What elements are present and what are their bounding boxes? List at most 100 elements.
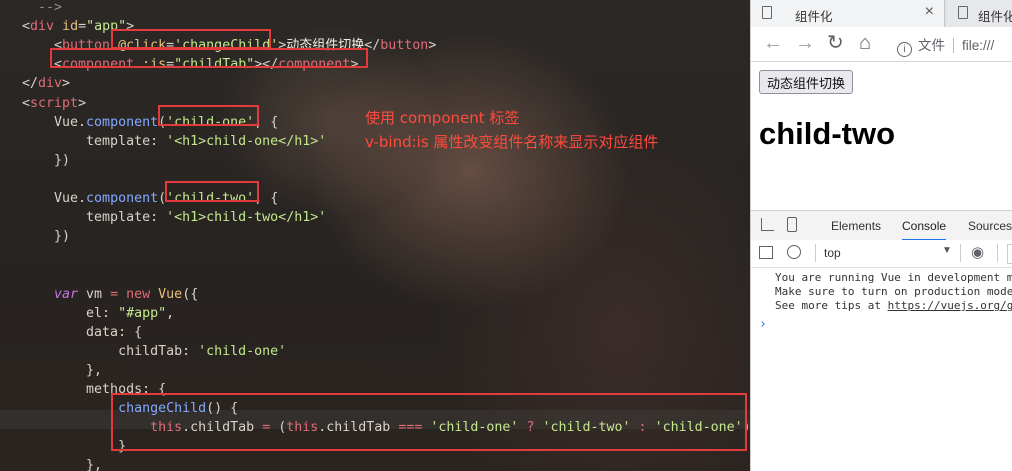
code-token: }) xyxy=(22,152,71,168)
code-token: = xyxy=(110,286,119,302)
browser-tab-active[interactable]: 组件化 × xyxy=(751,0,945,27)
annotation-line-2: v-bind:is 属性改变组件名称来显示对应组件 xyxy=(365,133,659,151)
code-token: 'child-one' xyxy=(198,343,287,359)
code-line: data: { xyxy=(22,323,142,342)
reload-icon[interactable]: ↻ xyxy=(827,32,844,54)
code-line: }) xyxy=(22,227,70,246)
code-token: </ xyxy=(22,76,39,92)
switch-component-button[interactable]: 动态组件切换 xyxy=(759,70,854,94)
code-token: '<h1>child-two</h1>' xyxy=(166,210,327,226)
browser-toolbar: ← → ↻ ⌂ i 文件 file:/// xyxy=(751,27,1012,62)
browser-window: 组件化 × 组件化 ← → ↻ ⌂ i 文件 file:/// 动态组件切换 chi… xyxy=(750,0,1012,471)
device-toolbar-icon[interactable] xyxy=(787,217,797,232)
highlight-box-component xyxy=(50,48,368,68)
code-line: template: '<h1>child-one</h1>' xyxy=(22,132,326,151)
code-token: }) xyxy=(22,229,71,245)
filter-divider xyxy=(960,244,961,262)
context-select[interactable]: top xyxy=(824,246,841,260)
code-line: el: "#app", xyxy=(22,304,174,323)
code-token: button xyxy=(380,38,429,54)
devtools-tab-console[interactable]: Console xyxy=(902,219,947,241)
code-line: }, xyxy=(22,361,102,380)
console-message: You are running Vue in development m xyxy=(775,271,1012,284)
code-line: template: '<h1>child-two</h1>' xyxy=(22,208,326,227)
document-icon xyxy=(762,6,772,19)
code-token: }, xyxy=(22,458,103,471)
address-bar[interactable]: i 文件 file:/// xyxy=(897,34,994,57)
console-filter-bar: top ▼ ◉ xyxy=(751,240,1012,268)
code-line: <script> xyxy=(22,94,86,113)
code-token: , xyxy=(166,305,175,321)
home-icon[interactable]: ⌂ xyxy=(859,32,871,54)
code-token: Vue. xyxy=(22,114,87,130)
console-output: You are running Vue in development m Mak… xyxy=(751,268,1012,471)
code-token: = xyxy=(78,19,87,35)
code-line: </div> xyxy=(22,74,70,93)
console-prompt[interactable]: › xyxy=(759,317,767,332)
devtools-tabbar: Elements Console Sources xyxy=(751,210,1012,241)
annotation-line-1: 使用 component 标签 xyxy=(365,109,520,127)
code-token: template: xyxy=(22,210,167,226)
inspect-element-icon[interactable] xyxy=(761,218,774,231)
chevron-down-icon[interactable]: ▼ xyxy=(942,245,952,256)
code-line: childTab: 'child-one' xyxy=(22,342,286,361)
page-heading: child-two xyxy=(759,116,896,151)
code-token: vm xyxy=(78,286,111,302)
info-icon[interactable]: i xyxy=(897,42,912,57)
code-token: script xyxy=(30,95,79,111)
code-token: --> xyxy=(38,0,63,15)
code-editor[interactable]: --> <div id="app"> <button @click='change… xyxy=(0,0,750,471)
highlight-box-method xyxy=(111,393,747,451)
code-token: Vue. xyxy=(22,191,87,206)
console-message-text: See more tips at xyxy=(775,299,888,312)
code-token: > xyxy=(428,38,437,54)
highlight-box-child-two xyxy=(165,181,259,202)
code-token: div xyxy=(30,19,55,35)
highlight-box-click xyxy=(111,29,271,49)
document-icon xyxy=(958,6,968,19)
page-viewport: 动态组件切换 child-two xyxy=(751,62,1012,210)
forward-arrow-icon[interactable]: → xyxy=(795,32,815,54)
code-token: "#app" xyxy=(118,305,167,321)
filter-input[interactable] xyxy=(1007,244,1012,264)
code-token: ({ xyxy=(182,286,199,302)
vue-docs-link[interactable]: https://vuejs.org/gu xyxy=(888,299,1012,312)
code-token: }, xyxy=(22,362,103,378)
code-token: el: xyxy=(22,305,119,321)
code-token: div xyxy=(38,76,63,92)
sidebar-toggle-icon[interactable] xyxy=(759,246,773,259)
code-token: component xyxy=(86,191,159,206)
tab-strip: 组件化 × 组件化 xyxy=(751,0,1012,27)
code-token: template: xyxy=(22,133,167,149)
tab-title: 组件化 xyxy=(795,10,833,24)
browser-tab-2[interactable]: 组件化 xyxy=(947,0,1012,27)
code-token: var xyxy=(22,286,79,302)
console-message: See more tips at https://vuejs.org/gu xyxy=(775,299,1012,313)
clear-console-icon[interactable] xyxy=(787,245,801,259)
devtools-tab-elements[interactable]: Elements xyxy=(831,219,881,233)
eye-icon[interactable]: ◉ xyxy=(971,243,984,261)
code-line: var vm = new Vue({ xyxy=(22,285,198,304)
tab-title: 组件化 xyxy=(978,10,1012,24)
code-token: '<h1>child-one</h1>' xyxy=(166,133,327,149)
filter-divider xyxy=(815,244,816,262)
code-line: }) xyxy=(22,151,70,170)
close-tab-icon[interactable]: × xyxy=(925,3,934,21)
devtools-tab-sources[interactable]: Sources xyxy=(968,219,1012,233)
code-token: < xyxy=(22,95,31,111)
code-token: new xyxy=(126,286,151,302)
address-separator xyxy=(953,38,954,53)
address-text: file:/// xyxy=(962,38,995,53)
address-prefix: 文件 xyxy=(918,38,945,53)
code-token: id xyxy=(62,19,79,35)
code-token: > xyxy=(62,76,71,92)
code-token: childTab: xyxy=(22,343,199,359)
back-arrow-icon[interactable]: ← xyxy=(763,32,783,54)
filter-divider xyxy=(997,244,998,262)
highlight-box-child-one xyxy=(158,105,259,126)
